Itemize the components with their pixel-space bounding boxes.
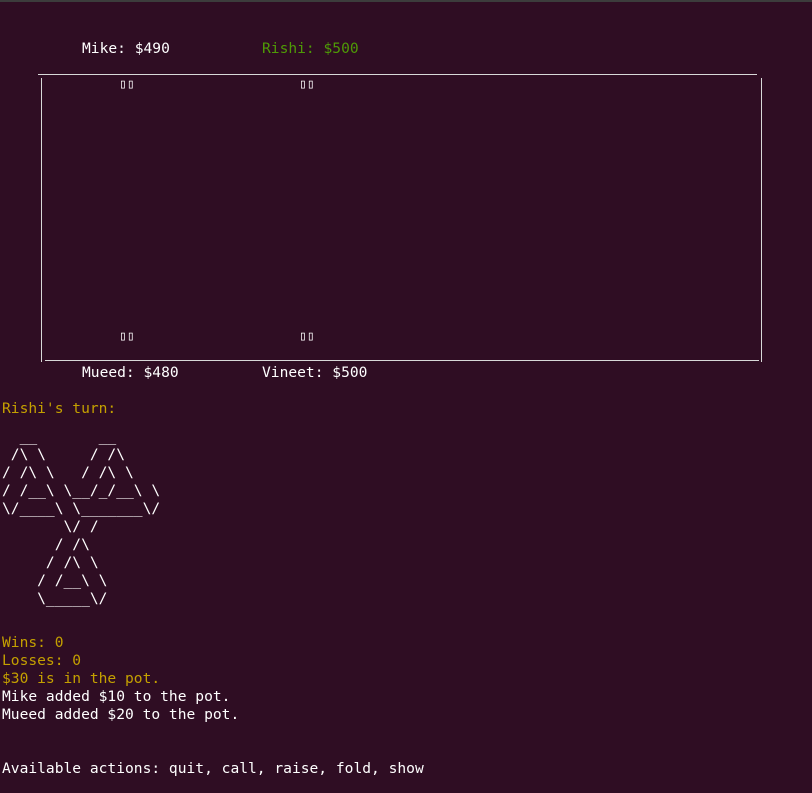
log-line: Mike added $10 to the pot. <box>2 688 231 705</box>
ascii-art-logo: __ __ /\ \ / /\ / /\ \ / /\ \ / /__\ \__… <box>2 428 161 607</box>
player-rishi-label: Rishi: $500 <box>262 40 359 57</box>
player-mike-label: Mike: $490 <box>82 40 170 57</box>
available-actions: Available actions: quit, call, raise, fo… <box>2 760 424 777</box>
pot-amount: $30 is in the pot. <box>2 670 161 687</box>
table-top-edge <box>38 74 757 75</box>
losses-count: Losses: 0 <box>2 652 82 669</box>
table-right-edge <box>761 78 762 362</box>
log-line: Mueed added $20 to the pot. <box>2 706 240 723</box>
window-top-border <box>0 0 812 2</box>
turn-indicator: Rishi's turn: <box>2 400 117 417</box>
mike-hidden-cards: ▯▯ <box>119 77 135 92</box>
vineet-hidden-cards: ▯▯ <box>299 329 315 344</box>
rishi-hidden-cards: ▯▯ <box>299 77 315 92</box>
wins-count: Wins: 0 <box>2 634 64 651</box>
player-mueed-label: Mueed: $480 <box>82 364 179 381</box>
player-vineet-label: Vineet: $500 <box>262 364 368 381</box>
table-bottom-edge <box>45 360 759 361</box>
table-left-edge <box>41 78 42 362</box>
mueed-hidden-cards: ▯▯ <box>119 329 135 344</box>
